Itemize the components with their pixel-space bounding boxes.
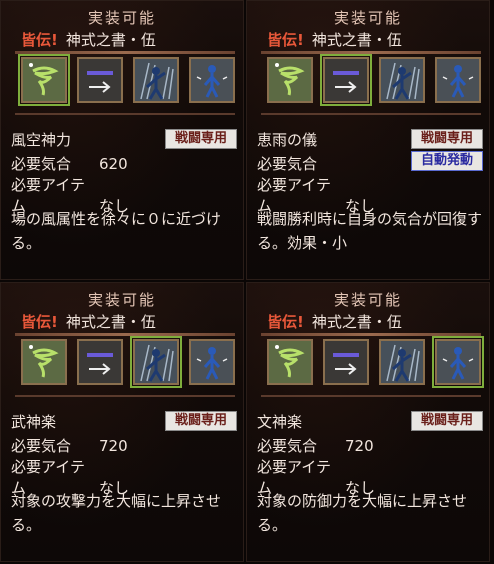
arrow-bar-icon[interactable] xyxy=(77,339,123,385)
mastery-tag: 皆伝! xyxy=(267,313,304,331)
figure-icon[interactable] xyxy=(435,57,481,103)
divider xyxy=(261,51,481,54)
figure-icon[interactable] xyxy=(432,336,484,388)
book-name: 神式之書・伍 xyxy=(65,313,156,331)
book-name: 神式之書・伍 xyxy=(65,31,156,49)
required-ki-label: 必要気合 xyxy=(11,437,72,455)
skill-icon-row xyxy=(15,336,237,391)
warrior-aura-icon[interactable] xyxy=(379,57,425,103)
skill-name: 風空神力 xyxy=(11,131,72,149)
skill-panel-0: 実装可能 皆伝! 神式之書・伍 風空神力 戦闘専用 必要気合 620 必要アイテムな… xyxy=(0,0,244,280)
divider xyxy=(261,113,481,115)
required-ki-value: 720 xyxy=(99,437,128,455)
figure-icon[interactable] xyxy=(189,57,235,103)
skill-icon-row xyxy=(261,54,483,109)
required-ki-label: 必要気合 xyxy=(11,155,72,173)
whirlwind-icon[interactable] xyxy=(267,57,313,103)
arrow-bar-icon[interactable] xyxy=(77,57,123,103)
required-ki-row: 必要気合 620 xyxy=(11,153,128,174)
panel-title: 実装可能 xyxy=(87,291,156,309)
skill-description: 場の風属性を徐々に０に近づける。 xyxy=(11,210,222,252)
figure-icon[interactable] xyxy=(189,339,235,385)
book-line: 皆伝! 神式之書・伍 xyxy=(21,29,156,50)
skill-name: 文神楽 xyxy=(257,413,303,431)
skill-name: 恵雨の儀 xyxy=(257,131,318,149)
skill-description: 対象の防御力を大幅に上昇させる。 xyxy=(257,492,468,534)
required-ki-label: 必要気合 xyxy=(257,437,318,455)
panel-title: 実装可能 xyxy=(333,9,402,27)
battle-only-badge: 戦闘専用 xyxy=(165,411,237,431)
panel-title: 実装可能 xyxy=(87,9,156,27)
divider xyxy=(261,395,481,397)
skill-icon-row xyxy=(261,336,484,391)
book-name: 神式之書・伍 xyxy=(311,31,402,49)
divider xyxy=(261,333,481,336)
skill-name: 武神楽 xyxy=(11,413,57,431)
book-line: 皆伝! 神式之書・伍 xyxy=(21,311,156,332)
required-ki-row: 必要気合 xyxy=(257,153,345,174)
warrior-aura-icon[interactable] xyxy=(130,336,182,388)
book-name: 神式之書・伍 xyxy=(311,313,402,331)
divider xyxy=(15,395,235,397)
mastery-tag: 皆伝! xyxy=(21,313,58,331)
divider xyxy=(15,333,235,336)
skill-description: 戦闘勝利時に自身の気合が回復する。効果・小 xyxy=(257,210,483,252)
book-line: 皆伝! 神式之書・伍 xyxy=(267,29,402,50)
skill-panel-1: 実装可能 皆伝! 神式之書・伍 恵雨の儀 戦闘専用 自動発動 必要気合 必要アイテ… xyxy=(246,0,490,280)
required-ki-value: 620 xyxy=(99,155,128,173)
mastery-tag: 皆伝! xyxy=(21,31,58,49)
required-ki-label: 必要気合 xyxy=(257,155,318,173)
whirlwind-icon[interactable] xyxy=(18,54,70,106)
required-ki-row: 必要気合 720 xyxy=(257,435,374,456)
battle-only-badge: 戦闘専用 xyxy=(411,411,483,431)
required-ki-value: 720 xyxy=(345,437,374,455)
whirlwind-icon[interactable] xyxy=(21,339,67,385)
divider xyxy=(15,113,235,115)
arrow-bar-icon[interactable] xyxy=(320,54,372,106)
divider xyxy=(15,51,235,54)
skill-panel-2: 実装可能 皆伝! 神式之書・伍 武神楽 戦闘専用 必要気合 720 必要アイテム なし… xyxy=(0,282,244,562)
panel-title: 実装可能 xyxy=(333,291,402,309)
whirlwind-icon[interactable] xyxy=(267,339,313,385)
mastery-tag: 皆伝! xyxy=(267,31,304,49)
skill-description: 対象の攻撃力を大幅に上昇させる。 xyxy=(11,492,222,534)
battle-only-badge: 戦闘専用 xyxy=(165,129,237,149)
book-line: 皆伝! 神式之書・伍 xyxy=(267,311,402,332)
warrior-aura-icon[interactable] xyxy=(379,339,425,385)
skill-panels: 実装可能 皆伝! 神式之書・伍 風空神力 戦闘専用 必要気合 620 必要アイテムな… xyxy=(0,0,494,564)
skill-panel-3: 実装可能 皆伝! 神式之書・伍 文神楽 戦闘専用 必要気合 720 必要アイテム なし… xyxy=(246,282,490,562)
battle-only-badge: 戦闘専用 xyxy=(411,129,483,149)
arrow-bar-icon[interactable] xyxy=(323,339,369,385)
auto-activate-badge: 自動発動 xyxy=(411,151,483,171)
skill-icon-row xyxy=(15,54,237,109)
warrior-aura-icon[interactable] xyxy=(133,57,179,103)
required-ki-row: 必要気合 720 xyxy=(11,435,128,456)
